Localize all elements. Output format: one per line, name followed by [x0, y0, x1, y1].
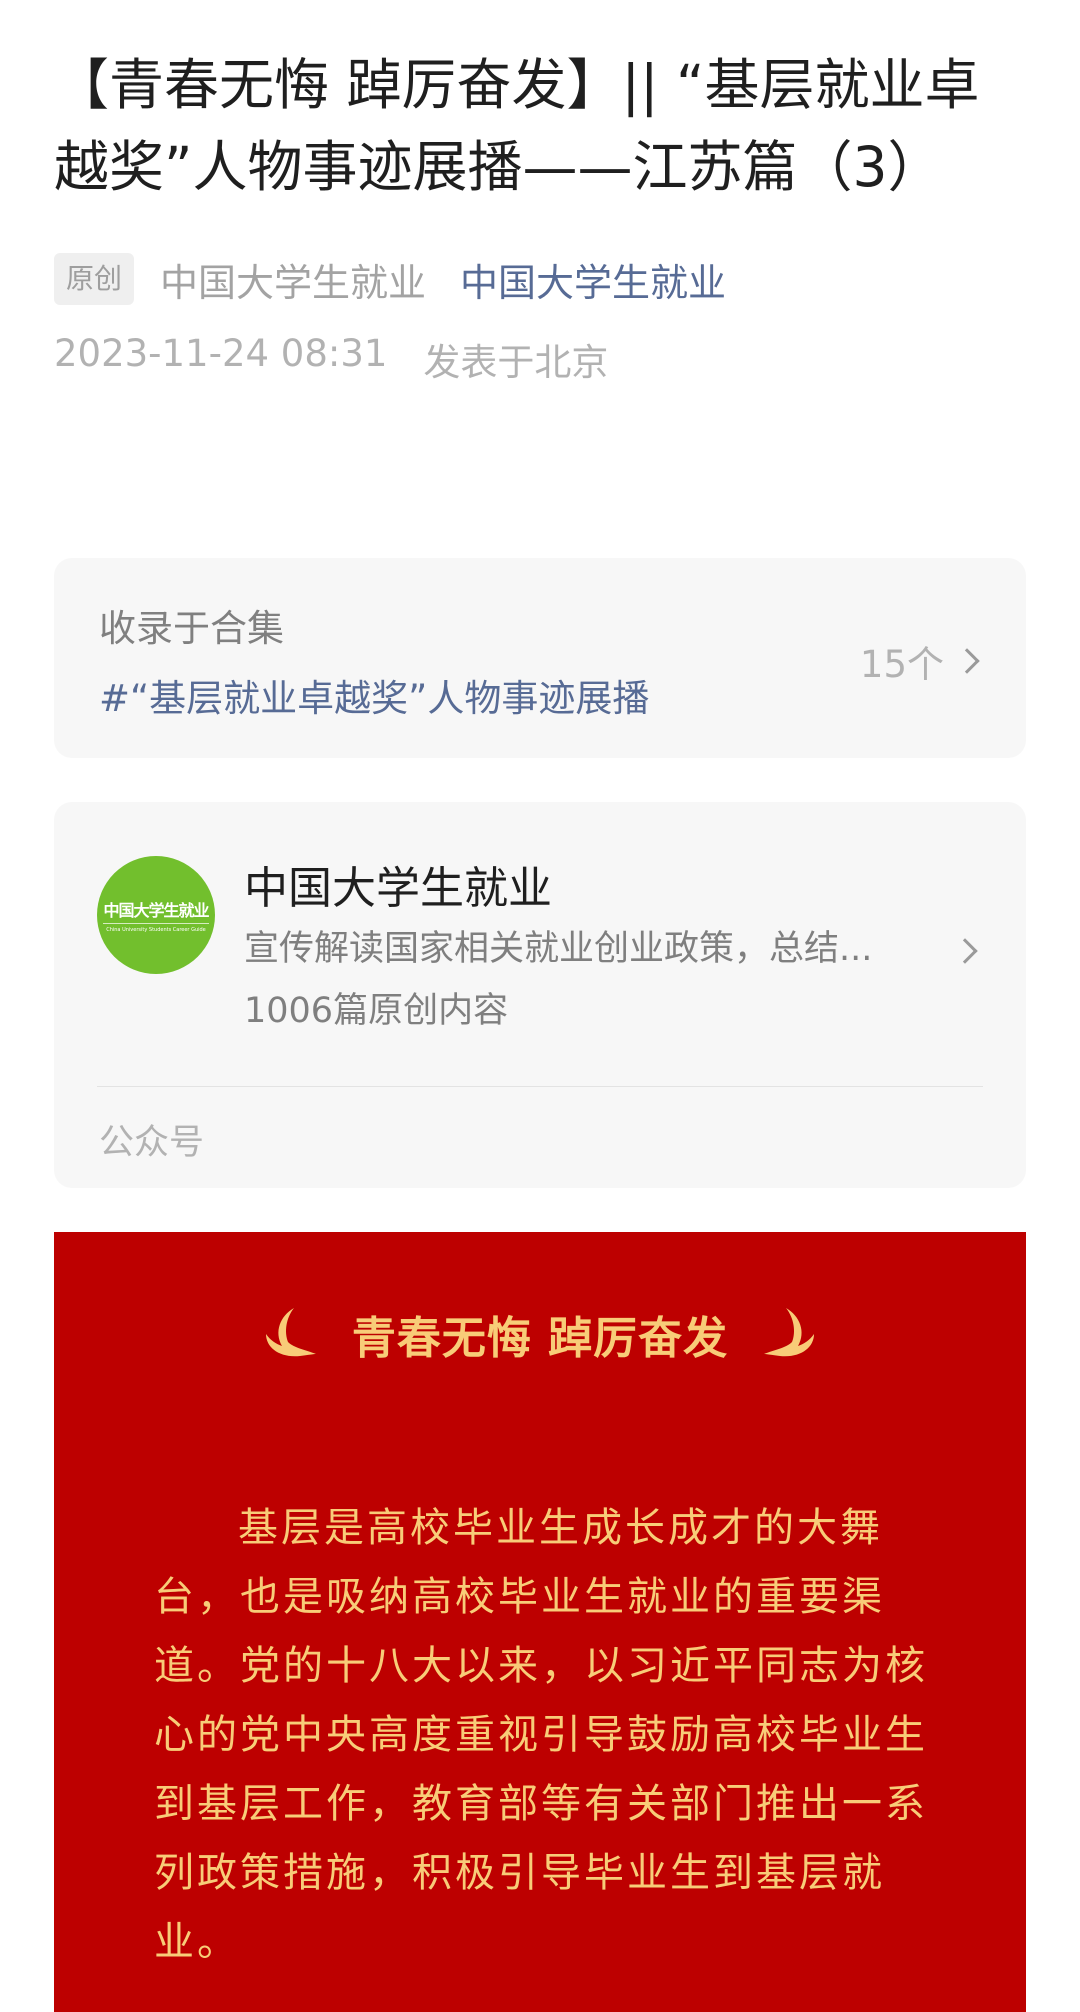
intro-banner: 青春无悔 踔厉奋发 基层是高校毕业生成长成才的大舞台，也是吸纳高校毕业生就业的重… [54, 1232, 1026, 2012]
collection-card[interactable]: 收录于合集 #“基层就业卓越奖”人物事迹展播 15个 [54, 558, 1026, 758]
publish-date: 2023-11-24 08:31 [54, 332, 388, 375]
avatar-logo-text: 中国大学生就业 [103, 897, 210, 924]
collection-tag-link[interactable]: #“基层就业卓越奖”人物事迹展播 [99, 668, 649, 722]
publish-location: 发表于北京 [423, 341, 609, 384]
collection-label: 收录于合集 [99, 607, 284, 650]
chevron-right-icon [952, 938, 978, 964]
account-type-label: 公众号 [99, 1123, 205, 1163]
avatar-logo-subtext: China University Students Career Guide [106, 927, 206, 933]
avatar[interactable]: 中国大学生就业 China University Students Career… [97, 856, 215, 974]
bird-icon [764, 1308, 815, 1357]
article-header: 【青春无悔 踔厉奋发】|| “基层就业卓越奖”人物事迹展播——江苏篇（3） 原创… [54, 0, 1026, 386]
banner-paragraph: 基层是高校毕业生成长成才的大舞台，也是吸纳高校毕业生就业的重要渠道。党的十八大以… [154, 1505, 928, 1965]
banner-title: 青春无悔 踔厉奋发 [351, 1313, 729, 1364]
author-name: 中国大学生就业 [160, 260, 427, 305]
article-meta: 原创 中国大学生就业 中国大学生就业 [54, 252, 1026, 306]
account-description: 宣传解读国家相关就业创业政策，总结... [244, 929, 873, 969]
publish-info: 2023-11-24 08:31 发表于北京 [54, 332, 1026, 386]
account-original-count: 1006篇原创内容 [244, 991, 509, 1031]
bird-icon [265, 1308, 316, 1357]
divider [97, 1086, 983, 1087]
original-badge: 原创 [54, 253, 135, 305]
collection-count[interactable]: 15个 [859, 634, 980, 688]
chevron-right-icon [954, 648, 980, 674]
collection-count-text: 15个 [859, 643, 944, 686]
account-name: 中国大学生就业 [244, 863, 552, 914]
account-card[interactable]: 中国大学生就业 China University Students Career… [54, 802, 1026, 1188]
article-title: 【青春无悔 踔厉奋发】|| “基层就业卓越奖”人物事迹展播——江苏篇（3） [54, 53, 980, 199]
account-name-link[interactable]: 中国大学生就业 [460, 252, 726, 307]
banner-header: 青春无悔 踔厉奋发 [54, 1302, 1026, 1366]
